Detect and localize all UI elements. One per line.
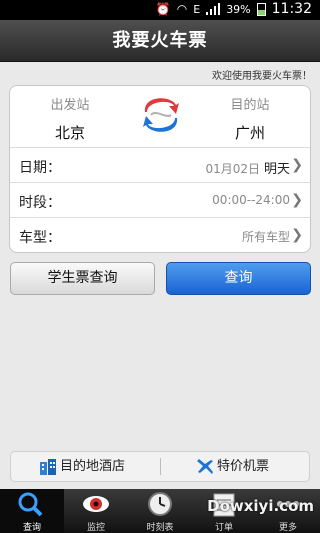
tab-label: 监控 (86, 523, 105, 533)
status-bar: ⏰ ◠ E 39% 11:32 (0, 0, 320, 20)
date-label: 日期： (19, 160, 61, 176)
signal-icon (206, 3, 221, 15)
train-type-row[interactable]: 车型： 所有车型 ❯ (10, 218, 310, 253)
building-icon (40, 458, 56, 475)
tab-label: 更多 (278, 523, 297, 533)
page-title: 我要火车票 (112, 30, 208, 51)
tab-timetable[interactable]: 时刻表 (128, 489, 192, 533)
title-bar: 我要火车票 (0, 20, 320, 62)
date-day: 明天 (263, 162, 290, 177)
tab-label: 订单 (214, 523, 233, 533)
departure-label: 出发站 (50, 98, 90, 113)
hotel-link-label: 目的地酒店 (60, 459, 126, 474)
date-row[interactable]: 日期： 01月02日 明天 ❯ (10, 148, 310, 183)
network-type: E (193, 2, 201, 16)
status-time: 11:32 (271, 1, 312, 17)
chevron-right-icon: ❯ (291, 227, 303, 243)
watermark: Dowxiyi.com (207, 497, 314, 515)
swap-stations-icon[interactable] (141, 95, 181, 135)
arrival-label: 目的站 (230, 98, 270, 113)
wifi-icon: ◠ (176, 2, 188, 16)
date-value: 01月02日 明天 (205, 158, 290, 177)
time-range-row[interactable]: 时段： 00:00--24:00 ❯ (10, 183, 310, 218)
tab-search[interactable]: 查询 (0, 489, 64, 533)
chevron-right-icon: ❯ (291, 192, 303, 208)
search-form-card: 出发站 北京 目的站 广州 日期： 01月02日 明天 ❯ 时段： 00:00--… (9, 85, 311, 253)
train-type-value: 所有车型 (241, 230, 290, 244)
route-selector: 出发站 北京 目的站 广州 (10, 86, 310, 148)
student-ticket-button[interactable]: 学生票查询 (10, 262, 155, 295)
clock-icon (148, 492, 172, 516)
flight-link-label: 特价机票 (217, 459, 270, 474)
hotel-link[interactable]: 目的地酒店 (39, 452, 125, 481)
flight-link[interactable]: 特价机票 (196, 452, 269, 481)
date-text: 01月02日 (205, 162, 260, 176)
chevron-right-icon: ❯ (291, 157, 303, 173)
search-icon (18, 492, 43, 517)
train-type-label: 车型： (19, 230, 61, 246)
battery-icon (256, 2, 266, 16)
divider (160, 458, 161, 475)
quick-links-bar: 目的地酒店 特价机票 (10, 451, 310, 482)
airplane-icon (197, 458, 213, 474)
arrival-city: 广州 (234, 124, 265, 142)
time-range-value: 00:00--24:00 (212, 193, 290, 207)
departure-city: 北京 (54, 124, 85, 142)
alarm-icon: ⏰ (155, 2, 171, 16)
tab-label: 查询 (22, 523, 41, 533)
arrival-station[interactable]: 目的站 广州 (190, 94, 310, 143)
time-range-label: 时段： (19, 195, 61, 211)
tab-monitor[interactable]: 监控 (64, 489, 128, 533)
tab-label: 时刻表 (146, 523, 174, 533)
battery-percent: 39% (226, 2, 251, 16)
welcome-text: 欢迎使用我要火车票！ (212, 71, 312, 82)
departure-station[interactable]: 出发站 北京 (10, 94, 130, 143)
query-button[interactable]: 查询 (166, 262, 311, 295)
eye-icon (83, 496, 109, 512)
